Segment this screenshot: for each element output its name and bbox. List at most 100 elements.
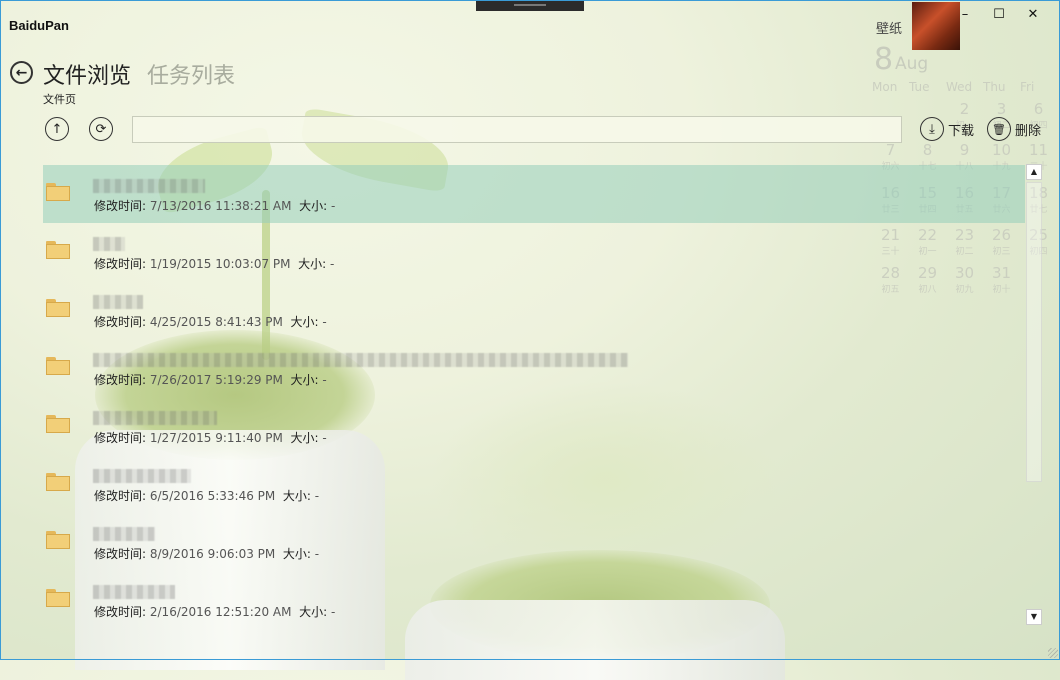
file-name: ▒▒▒▒▒▒▒▒ ▒▒	[93, 179, 205, 193]
list-item[interactable]: ▒▒▒ 修改时间: 1/19/2015 10:03:07 PM 大小: -	[43, 223, 1025, 281]
folder-icon	[46, 531, 70, 549]
modified-label: 修改时间:	[94, 547, 147, 561]
size-label: 大小:	[282, 547, 311, 561]
folder-icon	[46, 589, 70, 607]
calendar-weekday: Wed	[946, 80, 973, 94]
calendar-day: 8	[874, 42, 894, 77]
refresh-button[interactable]: ⟳	[89, 117, 113, 141]
folder-icon	[46, 241, 70, 259]
file-meta: 修改时间: 7/13/2016 11:38:21 AM 大小: -	[94, 197, 335, 214]
size-value: -	[314, 489, 320, 503]
size-value: -	[322, 431, 327, 445]
size-value: -	[330, 257, 335, 271]
calendar-weekdays: Mon Tue Wed Thu Fri	[872, 80, 1057, 94]
modified-value: 4/25/2015 8:41:43 PM	[149, 315, 283, 329]
file-meta: 修改时间: 1/19/2015 10:03:07 PM 大小: -	[94, 255, 334, 272]
scroll-up-button[interactable]: ▲	[1026, 164, 1042, 180]
size-value: -	[322, 315, 327, 329]
file-name: ▒▒▒▒▒▒▒▒▒▒▒▒▒▒▒▒▒▒▒▒▒▒▒▒▒▒▒▒▒▒▒▒▒▒▒▒▒▒▒▒…	[93, 353, 628, 367]
modified-label: 修改时间:	[94, 199, 147, 213]
modified-value: 8/9/2016 9:06:03 PM	[149, 547, 276, 561]
calendar-weekday: Thu	[983, 80, 1006, 94]
parent-folder-button[interactable]: ↑	[45, 117, 69, 141]
folder-icon	[46, 357, 70, 375]
size-value: -	[331, 199, 336, 213]
file-name: ▒▒▒▒	[93, 295, 143, 309]
modified-label: 修改时间:	[94, 431, 147, 445]
size-value: -	[322, 373, 327, 387]
list-item[interactable]: ▒▒▒▒ 修改时间: 4/25/2015 8:41:43 PM 大小: -	[43, 281, 1025, 339]
scroll-down-button[interactable]: ▼	[1026, 609, 1042, 625]
window-controls: – ☐ ✕	[948, 6, 1050, 24]
wallpaper-thumbnail[interactable]	[912, 2, 960, 50]
download-button[interactable]: ⤓ 下载	[920, 117, 974, 141]
calendar-weekday: Tue	[909, 80, 930, 94]
size-label: 大小:	[299, 199, 328, 213]
file-meta: 修改时间: 8/9/2016 9:06:03 PM 大小: -	[94, 545, 319, 562]
file-name: ▒▒▒▒▒ ▒▒▒	[93, 469, 191, 483]
modified-value: 1/19/2015 10:03:07 PM	[149, 257, 291, 271]
delete-button[interactable]: 🗑 删除	[987, 117, 1041, 141]
download-icon: ⤓	[920, 117, 944, 141]
modified-label: 修改时间:	[94, 489, 147, 503]
path-input[interactable]	[132, 116, 902, 143]
folder-icon	[46, 183, 70, 201]
triangle-down-icon: ▼	[1030, 612, 1038, 621]
size-label: 大小:	[282, 489, 311, 503]
page-subtitle: 文件页	[43, 93, 76, 106]
modified-value: 6/5/2016 5:33:46 PM	[149, 489, 276, 503]
file-name: ▒▒▒	[93, 237, 125, 251]
modified-label: 修改时间:	[94, 257, 147, 271]
modified-label: 修改时间:	[94, 605, 147, 619]
modified-value: 1/27/2015 9:11:40 PM	[149, 431, 283, 445]
maximize-button[interactable]: ☐	[982, 6, 1016, 24]
modified-value: 7/13/2016 11:38:21 AM	[149, 199, 292, 213]
calendar-month: Aug	[895, 54, 929, 74]
file-list: ▒▒▒▒▒▒▒▒ ▒▒ 修改时间: 7/13/2016 11:38:21 AM …	[43, 165, 1025, 629]
folder-icon	[46, 299, 70, 317]
calendar-weekday: Mon	[872, 80, 898, 94]
size-label: 大小:	[299, 605, 328, 619]
back-button[interactable]: ←	[10, 61, 33, 84]
arrow-up-icon: ↑	[51, 121, 63, 137]
list-item[interactable]: ▒▒ ▒▒▒▒▒▒▒ 修改时间: 1/27/2015 9:11:40 PM 大小…	[43, 397, 1025, 455]
file-meta: 修改时间: 1/27/2015 9:11:40 PM 大小: -	[94, 429, 327, 446]
tab-task-list[interactable]: 任务列表	[147, 58, 235, 90]
triangle-up-icon: ▲	[1030, 167, 1038, 176]
file-name: ▒▒▒▒ ▒▒▒	[93, 585, 175, 599]
modified-label: 修改时间:	[94, 373, 147, 387]
arrow-left-icon: ←	[15, 64, 28, 81]
calendar-weekday: Fri	[1020, 80, 1035, 94]
close-button[interactable]: ✕	[1016, 6, 1050, 24]
list-item[interactable]: ▒▒▒▒▒ ▒▒▒ 修改时间: 6/5/2016 5:33:46 PM 大小: …	[43, 455, 1025, 513]
modified-value: 7/26/2017 5:19:29 PM	[149, 373, 283, 387]
size-value: -	[314, 547, 320, 561]
trash-icon: 🗑	[987, 117, 1011, 141]
file-name: ▒▒ ▒▒▒▒▒▒▒	[93, 411, 217, 425]
size-label: 大小:	[290, 431, 319, 445]
list-scrollbar[interactable]: ▲ ▼	[1026, 164, 1042, 629]
size-label: 大小:	[290, 315, 319, 329]
scroll-thumb[interactable]	[1026, 182, 1042, 482]
modified-label: 修改时间:	[94, 315, 147, 329]
wallpaper-label[interactable]: 壁纸	[876, 18, 902, 37]
download-label: 下载	[948, 123, 975, 139]
resize-grip[interactable]	[1048, 648, 1058, 658]
folder-icon	[46, 415, 70, 433]
window-drag-handle[interactable]	[476, 0, 584, 11]
file-meta: 修改时间: 7/26/2017 5:19:29 PM 大小: -	[94, 371, 327, 388]
list-item[interactable]: ▒▒▒▒▒▒▒▒ ▒▒ 修改时间: 7/13/2016 11:38:21 AM …	[43, 165, 1025, 223]
refresh-icon: ⟳	[95, 121, 107, 137]
size-label: 大小:	[290, 373, 319, 387]
size-label: 大小:	[298, 257, 327, 271]
tab-file-browse[interactable]: 文件浏览	[43, 58, 131, 90]
list-item[interactable]: ▒▒▒▒▒ 修改时间: 8/9/2016 9:06:03 PM 大小: -	[43, 513, 1025, 571]
file-meta: 修改时间: 4/25/2015 8:41:43 PM 大小: -	[94, 313, 327, 330]
file-meta: 修改时间: 6/5/2016 5:33:46 PM 大小: -	[94, 487, 319, 504]
app-title: BaiduPan	[9, 18, 69, 33]
size-value: -	[331, 605, 336, 619]
file-name: ▒▒▒▒▒	[93, 527, 155, 541]
delete-label: 删除	[1015, 123, 1042, 139]
list-item[interactable]: ▒▒▒▒▒▒▒▒▒▒▒▒▒▒▒▒▒▒▒▒▒▒▒▒▒▒▒▒▒▒▒▒▒▒▒▒▒▒▒▒…	[43, 339, 1025, 397]
list-item[interactable]: ▒▒▒▒ ▒▒▒ 修改时间: 2/16/2016 12:51:20 AM 大小:…	[43, 571, 1025, 629]
